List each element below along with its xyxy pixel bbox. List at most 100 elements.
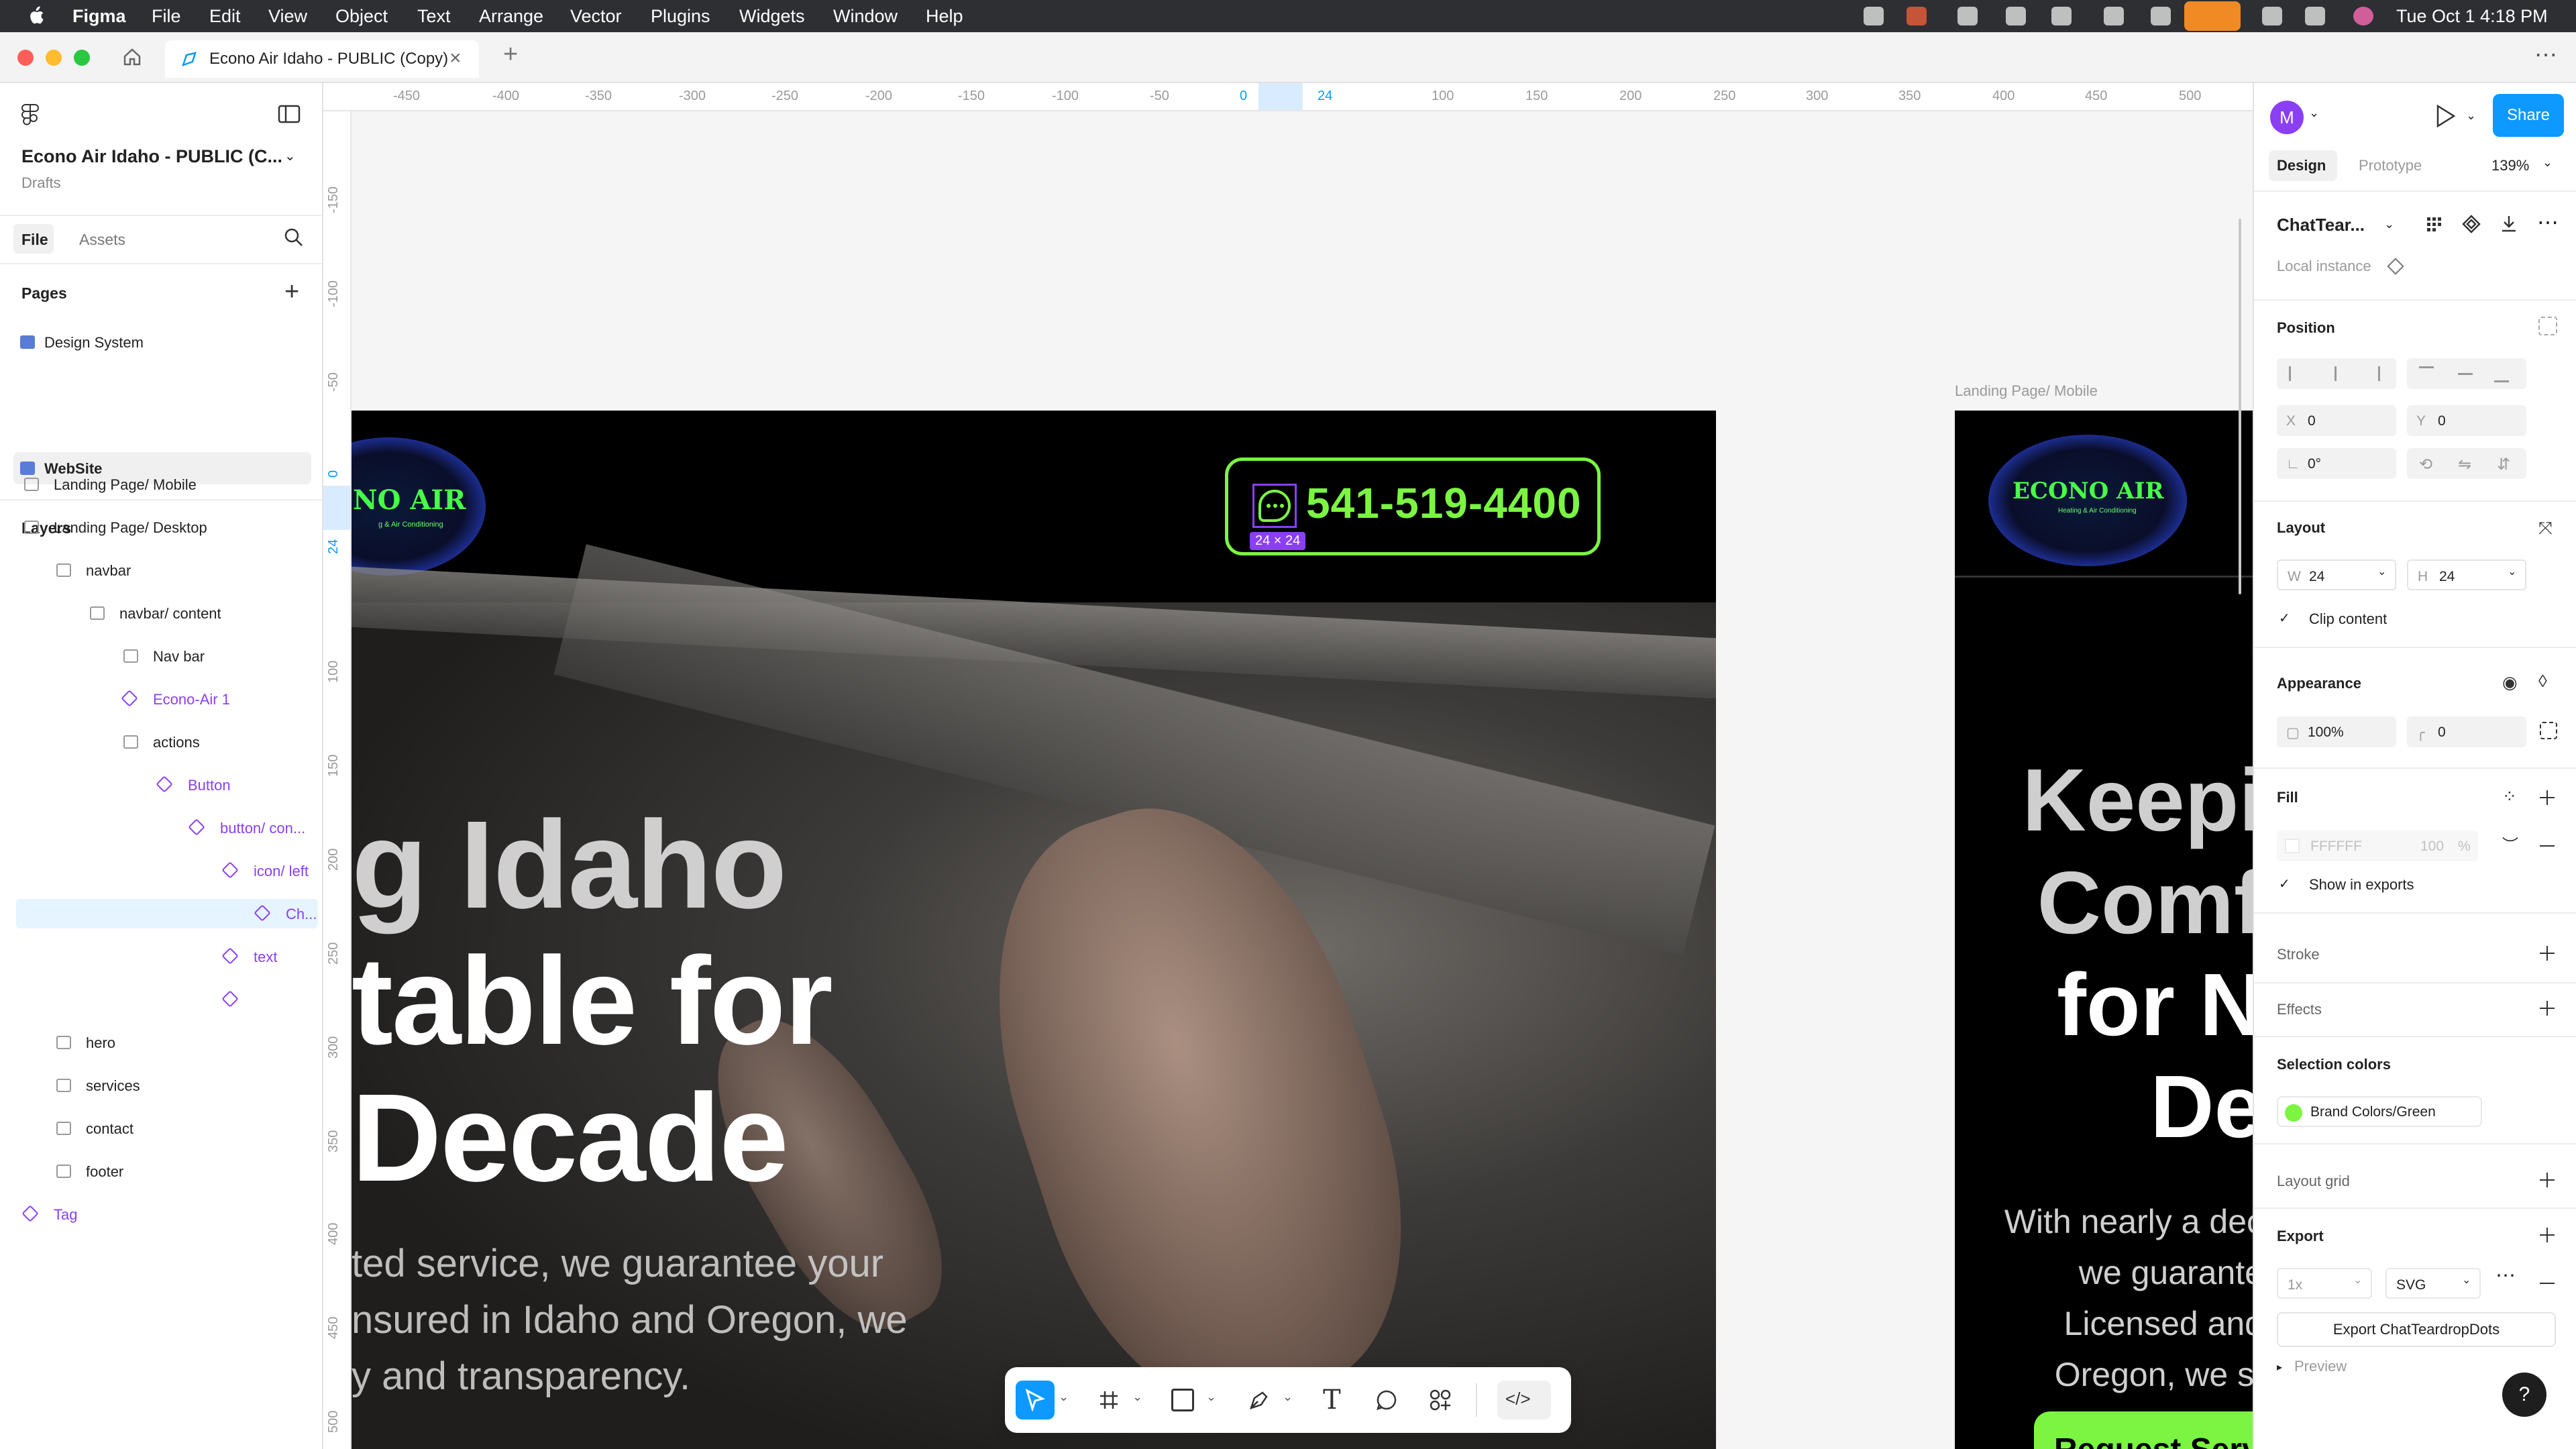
blend-mode-icon[interactable]: ◊ <box>2538 671 2547 692</box>
remove-fill-icon[interactable] <box>2540 845 2555 847</box>
frame-landing-mobile[interactable]: ECONO AIR Heating & Air Conditioning Kee… <box>1955 411 2253 1449</box>
align-bottom-icon[interactable] <box>2494 366 2509 382</box>
layer-row[interactable]: Tag <box>16 1199 318 1229</box>
rotation-field[interactable]: ∟ 0° <box>2277 448 2396 479</box>
rotate-icon[interactable]: ⟲ <box>2419 455 2432 474</box>
fork-status-icon[interactable] <box>2051 7 2072 25</box>
align-center-h-icon[interactable] <box>2334 366 2351 381</box>
menu-widgets[interactable]: Widgets <box>739 5 805 27</box>
export-format-select[interactable]: SVG ⌄ <box>2385 1268 2481 1299</box>
text-tool-icon[interactable]: T <box>1313 1381 1352 1419</box>
control-center-icon[interactable] <box>2305 7 2325 25</box>
design-canvas[interactable]: NO AIR g & Air Conditioning 24 × 24 541-… <box>352 111 2253 1449</box>
chevron-down-icon[interactable]: ⌄ <box>1132 1390 1142 1404</box>
add-layout-grid-icon[interactable] <box>2538 1171 2556 1189</box>
preview-toggle[interactable]: Preview <box>2294 1358 2347 1375</box>
chevron-down-icon[interactable]: ⌄ <box>284 148 296 164</box>
chevron-down-icon[interactable]: ⌄ <box>2384 217 2394 231</box>
menu-figma[interactable]: Figma <box>72 5 126 27</box>
instance-icon[interactable] <box>2387 258 2404 275</box>
resize-to-fit-icon[interactable]: ⤧ <box>2538 518 2553 539</box>
chevron-down-icon[interactable]: ⌄ <box>2542 156 2553 170</box>
export-button[interactable]: Export ChatTeardropDots <box>2277 1312 2556 1347</box>
pin-status-icon[interactable] <box>2262 7 2282 25</box>
flip-vertical-icon[interactable]: ⇵ <box>2497 455 2510 474</box>
page-item-design-system[interactable]: Design System <box>13 326 311 358</box>
download-icon[interactable] <box>2497 212 2521 236</box>
style-library-icon[interactable]: ⁘ <box>2502 786 2517 807</box>
layer-row[interactable]: navbar/ content <box>16 598 318 628</box>
request-service-button[interactable]: Request Servic <box>2034 1411 2253 1449</box>
layer-row[interactable]: Ch... <box>16 899 318 928</box>
layer-row[interactable]: actions <box>16 727 318 757</box>
layer-row[interactable] <box>16 985 318 1014</box>
layer-row[interactable]: Econo-Air 1 <box>16 684 318 714</box>
zoom-level[interactable]: 139% <box>2491 157 2529 174</box>
more-options-icon[interactable]: ⋯ <box>2537 209 2559 235</box>
opacity-field[interactable]: ▢ 100% <box>2277 716 2396 747</box>
frame-tool-icon[interactable] <box>1089 1381 1128 1419</box>
menu-help[interactable]: Help <box>926 5 963 27</box>
constraints-icon[interactable] <box>2538 317 2557 335</box>
menu-file[interactable]: File <box>152 5 181 27</box>
flip-horizontal-icon[interactable]: ⇋ <box>2458 455 2471 474</box>
y-field[interactable]: Y0 <box>2407 405 2526 436</box>
chevron-down-icon[interactable]: ⌄ <box>1206 1390 1216 1404</box>
present-play-icon[interactable] <box>2434 103 2457 129</box>
figma-status-icon[interactable] <box>1864 7 1884 25</box>
tab-design[interactable]: Design <box>2277 157 2326 174</box>
menu-edit[interactable]: Edit <box>209 5 241 27</box>
home-icon[interactable] <box>122 47 142 67</box>
econo-air-logo[interactable]: NO AIR g & Air Conditioning <box>352 437 486 576</box>
grammarly-status-icon[interactable] <box>2151 7 2171 25</box>
tab-assets[interactable]: Assets <box>79 231 125 249</box>
layer-row[interactable]: button/ con... <box>16 813 318 843</box>
layer-row[interactable]: services <box>16 1071 318 1100</box>
econo-air-logo-mobile[interactable]: ECONO AIR Heating & Air Conditioning <box>1988 435 2187 566</box>
share-button[interactable]: Share <box>2493 94 2564 137</box>
phone-button[interactable]: 24 × 24 541-519-4400 <box>1225 458 1601 555</box>
height-field[interactable]: H 24 ⌄ <box>2407 559 2526 590</box>
chevron-down-icon[interactable]: ⌄ <box>2309 106 2319 120</box>
menu-clock[interactable]: Tue Oct 1 4:18 PM <box>2396 5 2548 27</box>
chevron-down-icon[interactable]: ⌄ <box>1059 1390 1069 1404</box>
layer-row[interactable]: icon/ left <box>16 856 318 885</box>
actions-tool-icon[interactable] <box>1421 1381 1460 1419</box>
figma-main-menu-icon[interactable] <box>20 103 40 126</box>
skype-status-icon[interactable] <box>2104 7 2124 25</box>
add-fill-icon[interactable] <box>2538 789 2556 806</box>
tab-file[interactable]: File <box>21 231 48 249</box>
fill-row[interactable]: FFFFFF 100 % <box>2277 830 2478 861</box>
export-scale-select[interactable]: 1x ⌄ <box>2277 1268 2372 1299</box>
add-stroke-icon[interactable] <box>2538 945 2556 962</box>
menu-arrange[interactable]: Arrange <box>479 5 543 27</box>
add-effect-icon[interactable] <box>2538 1000 2556 1017</box>
layer-row[interactable]: navbar <box>16 555 318 585</box>
frame-landing-desktop[interactable]: NO AIR g & Air Conditioning 24 × 24 541-… <box>352 411 1716 1449</box>
pen-tool-icon[interactable] <box>1240 1381 1279 1419</box>
search-icon[interactable] <box>283 227 305 248</box>
file-title[interactable]: Econo Air Idaho - PUBLIC (C... <box>21 146 282 167</box>
move-tool-icon[interactable] <box>1016 1381 1055 1419</box>
chevron-right-icon[interactable]: ▸ <box>2277 1360 2282 1374</box>
add-page-icon[interactable]: + <box>284 278 299 307</box>
zoom-window-icon[interactable] <box>74 50 90 66</box>
align-top-icon[interactable] <box>2419 366 2434 382</box>
comment-tool-icon[interactable] <box>1367 1381 1406 1419</box>
x-field[interactable]: X0 <box>2277 405 2396 436</box>
menu-text[interactable]: Text <box>417 5 451 27</box>
layer-row[interactable]: Landing Page/ Desktop <box>16 513 318 542</box>
help-button[interactable]: ? <box>2502 1373 2546 1417</box>
independent-corners-icon[interactable] <box>2540 722 2557 739</box>
show-in-exports-checkbox[interactable] <box>2277 875 2293 892</box>
apple-icon[interactable] <box>27 5 44 25</box>
more-options-icon[interactable]: ⋯ <box>2534 42 2557 68</box>
layer-row[interactable]: Landing Page/ Mobile <box>16 470 318 499</box>
hidden-eye-icon[interactable]: ︶ <box>2502 832 2518 855</box>
minimize-window-icon[interactable] <box>46 50 62 66</box>
layer-row[interactable]: hero <box>16 1028 318 1057</box>
drive-status-icon[interactable] <box>2006 7 2026 25</box>
grid-icon[interactable] <box>2422 212 2446 236</box>
export-settings-icon[interactable]: ⋯ <box>2496 1264 2516 1287</box>
chat-teardrop-dots-icon[interactable] <box>1252 484 1297 528</box>
